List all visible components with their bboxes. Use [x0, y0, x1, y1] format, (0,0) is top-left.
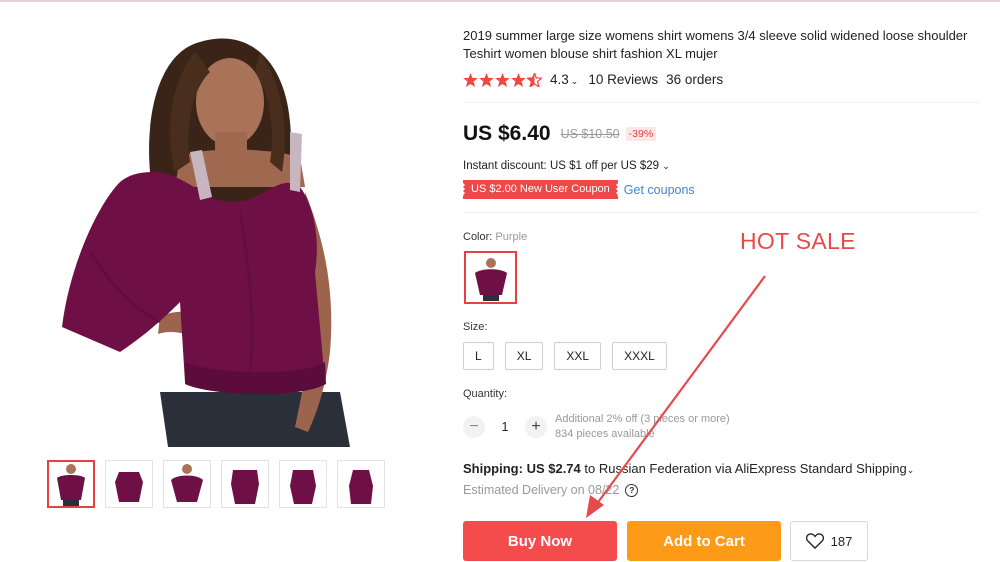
- buy-now-button[interactable]: Buy Now: [463, 521, 617, 561]
- chevron-down-icon: ⌄: [570, 76, 579, 86]
- size-option-xxxl[interactable]: XXXL: [612, 342, 667, 370]
- thumbnail-4[interactable]: [221, 460, 269, 508]
- chevron-down-icon: ⌄: [906, 465, 915, 475]
- size-options: L XL XXL XXXL: [463, 342, 667, 370]
- minus-icon[interactable]: −: [463, 415, 485, 438]
- half-star-icon: [527, 72, 542, 87]
- divider: [463, 102, 978, 103]
- thumbnail-6[interactable]: [337, 460, 385, 508]
- star-icon: [479, 72, 494, 87]
- help-icon[interactable]: ?: [625, 483, 639, 497]
- star-icon: [511, 72, 526, 87]
- size-label: Size:: [463, 321, 488, 333]
- heart-icon: [805, 533, 824, 549]
- coupon-row: US $2.00 New User Coupon Get coupons: [461, 180, 695, 199]
- plus-icon[interactable]: +: [525, 415, 547, 438]
- wishlist-count: 187: [830, 533, 853, 549]
- shipping-price: US $2.74: [526, 461, 581, 476]
- thumbnail-2[interactable]: [105, 460, 153, 508]
- instant-discount[interactable]: Instant discount: US $1 off per US $29 ⌄: [463, 160, 670, 172]
- orders-count: 36 orders: [666, 72, 724, 87]
- color-swatch-purple[interactable]: [464, 251, 517, 304]
- current-price: US $6.40: [463, 122, 551, 145]
- rating-score[interactable]: 4.3 ⌄: [550, 72, 578, 87]
- product-title: 2019 summer large size womens shirt wome…: [463, 28, 968, 61]
- rating-row: 4.3 ⌄ 10 Reviews 36 orders: [463, 72, 723, 87]
- thumbnail-1[interactable]: [47, 460, 95, 508]
- thumbnail-3[interactable]: [163, 460, 211, 508]
- main-product-image: [50, 22, 390, 447]
- price-row: US $6.40 US $10.50 -39%: [463, 122, 657, 146]
- star-icon: [463, 72, 478, 87]
- quantity-label: Quantity:: [463, 388, 508, 400]
- star-rating: [463, 72, 542, 87]
- chevron-down-icon: ⌄: [662, 161, 670, 171]
- divider: [463, 212, 978, 213]
- thumbnail-strip: [47, 460, 385, 508]
- reviews-count[interactable]: 10 Reviews: [588, 72, 658, 87]
- hot-sale-annotation: HOT SALE: [740, 228, 856, 254]
- quantity-stepper: − 1 + Additional 2% off (3 pieces or mor…: [463, 412, 730, 441]
- add-to-cart-button[interactable]: Add to Cart: [627, 521, 781, 561]
- get-coupons-link[interactable]: Get coupons: [624, 183, 695, 197]
- discount-badge: -39%: [625, 127, 657, 141]
- available-count: 834 pieces available: [555, 427, 655, 440]
- estimated-delivery: Estimated Delivery on 08/22 ?: [463, 483, 639, 497]
- size-option-xxl[interactable]: XXL: [554, 342, 602, 370]
- wishlist-button[interactable]: 187: [790, 521, 868, 561]
- bulk-discount-note: Additional 2% off (3 pieces or more): [555, 413, 730, 425]
- top-border: [0, 0, 1000, 2]
- size-option-l[interactable]: L: [463, 342, 494, 370]
- thumbnail-5[interactable]: [279, 460, 327, 508]
- star-icon: [495, 72, 510, 87]
- color-value: Purple: [495, 231, 528, 243]
- quantity-info: Additional 2% off (3 pieces or more) 834…: [555, 412, 730, 441]
- color-label: Color: Purple: [463, 231, 528, 243]
- shipping-info[interactable]: Shipping: US $2.74 to Russian Federation…: [463, 461, 914, 476]
- new-user-coupon: US $2.00 New User Coupon: [461, 180, 620, 199]
- size-option-xl[interactable]: XL: [504, 342, 544, 370]
- quantity-value[interactable]: 1: [485, 420, 525, 434]
- original-price: US $10.50: [560, 127, 620, 141]
